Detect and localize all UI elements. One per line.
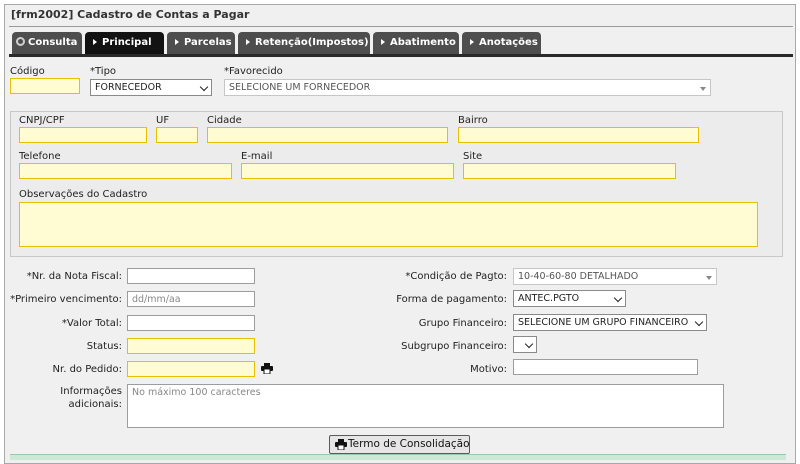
tab-parcelas[interactable]: Parcelas bbox=[167, 32, 235, 54]
vencimento-field[interactable]: dd/mm/aa bbox=[127, 291, 255, 307]
nota-fiscal-field[interactable] bbox=[127, 268, 255, 284]
info-adicionais-field[interactable]: No máximo 100 caracteres bbox=[127, 384, 724, 428]
printer-icon bbox=[335, 439, 347, 450]
nota-fiscal-label: *Nr. da Nota Fiscal: bbox=[26, 271, 122, 282]
chevron-down-icon bbox=[694, 317, 704, 327]
favorecido-select[interactable]: SELECIONE UM FORNECEDOR bbox=[224, 79, 711, 96]
arrow-right-icon bbox=[93, 39, 97, 45]
termo-consolidacao-button[interactable]: Termo de Consolidação bbox=[329, 435, 470, 454]
cidade-field[interactable] bbox=[207, 127, 448, 143]
email-field[interactable] bbox=[241, 163, 454, 179]
observacoes-label: Observações do Cadastro bbox=[19, 189, 148, 200]
codigo-field[interactable] bbox=[10, 78, 80, 94]
grupo-financeiro-select[interactable]: SELECIONE UM GRUPO FINANCEIRO bbox=[513, 314, 707, 331]
magnifier-icon bbox=[16, 36, 25, 46]
observacoes-field[interactable] bbox=[19, 202, 758, 247]
tab-principal[interactable]: Principal bbox=[85, 32, 164, 54]
pedido-label: Nr. do Pedido: bbox=[52, 364, 122, 375]
condicao-select[interactable]: 10-40-60-80 DETALHADO bbox=[513, 268, 717, 285]
bairro-field[interactable] bbox=[458, 127, 699, 143]
cnpj-field[interactable] bbox=[19, 127, 147, 143]
site-field[interactable] bbox=[463, 163, 676, 179]
tab-abatimento[interactable]: Abatimento bbox=[373, 32, 459, 54]
valor-total-label: *Valor Total: bbox=[61, 318, 122, 329]
codigo-label: Código bbox=[10, 66, 45, 77]
subgrupo-financeiro-label: Subgrupo Financeiro: bbox=[401, 341, 507, 352]
vencimento-label: *Primeiro vencimento: bbox=[10, 294, 122, 305]
chevron-down-icon bbox=[700, 87, 706, 91]
arrow-right-icon bbox=[381, 39, 385, 45]
tab-underline bbox=[9, 54, 793, 57]
arrow-right-icon bbox=[246, 39, 250, 45]
tab-retencao[interactable]: Retenção(Impostos) bbox=[238, 32, 370, 54]
cidade-label: Cidade bbox=[207, 115, 242, 126]
condicao-label: *Condição de Pagto: bbox=[405, 271, 507, 282]
forma-pagamento-label: Forma de pagamento: bbox=[396, 294, 507, 305]
uf-field[interactable] bbox=[156, 127, 198, 143]
subgrupo-financeiro-select[interactable] bbox=[513, 336, 537, 353]
cnpj-label: CNPJ/CPF bbox=[19, 115, 65, 126]
status-label: Status: bbox=[86, 341, 122, 352]
tipo-select[interactable]: FORNECEDOR bbox=[90, 79, 212, 96]
arrow-right-icon bbox=[175, 39, 179, 45]
chevron-down-icon bbox=[613, 293, 623, 303]
telefone-label: Telefone bbox=[19, 151, 61, 162]
motivo-label: Motivo: bbox=[470, 364, 507, 375]
pedido-field[interactable] bbox=[127, 361, 255, 377]
window-title: [frm2002] Cadastro de Contas a Pagar bbox=[11, 8, 250, 21]
forma-pagamento-select[interactable]: ANTEC.PGTO bbox=[513, 290, 626, 307]
title-separator bbox=[9, 26, 793, 27]
arrow-right-icon bbox=[470, 39, 474, 45]
site-label: Site bbox=[463, 151, 483, 162]
uf-label: UF bbox=[156, 115, 170, 126]
valor-total-field[interactable] bbox=[127, 315, 255, 331]
tab-anotacoes[interactable]: Anotações bbox=[462, 32, 541, 54]
printer-icon[interactable] bbox=[261, 363, 273, 374]
status-field[interactable] bbox=[127, 338, 255, 354]
tab-consulta[interactable]: Consulta bbox=[12, 32, 82, 54]
info-adicionais-label: Informações adicionais: bbox=[60, 386, 122, 410]
bairro-label: Bairro bbox=[458, 115, 488, 126]
chevron-down-icon bbox=[706, 276, 712, 280]
chevron-down-icon bbox=[524, 339, 534, 349]
email-label: E-mail bbox=[241, 151, 273, 162]
motivo-field[interactable] bbox=[513, 359, 698, 375]
favorecido-label: *Favorecido bbox=[224, 66, 283, 77]
bottom-panel-edge bbox=[10, 454, 786, 460]
chevron-down-icon bbox=[199, 82, 209, 92]
telefone-field[interactable] bbox=[19, 163, 232, 179]
tipo-label: *Tipo bbox=[90, 66, 117, 77]
grupo-financeiro-label: Grupo Financeiro: bbox=[418, 318, 507, 329]
